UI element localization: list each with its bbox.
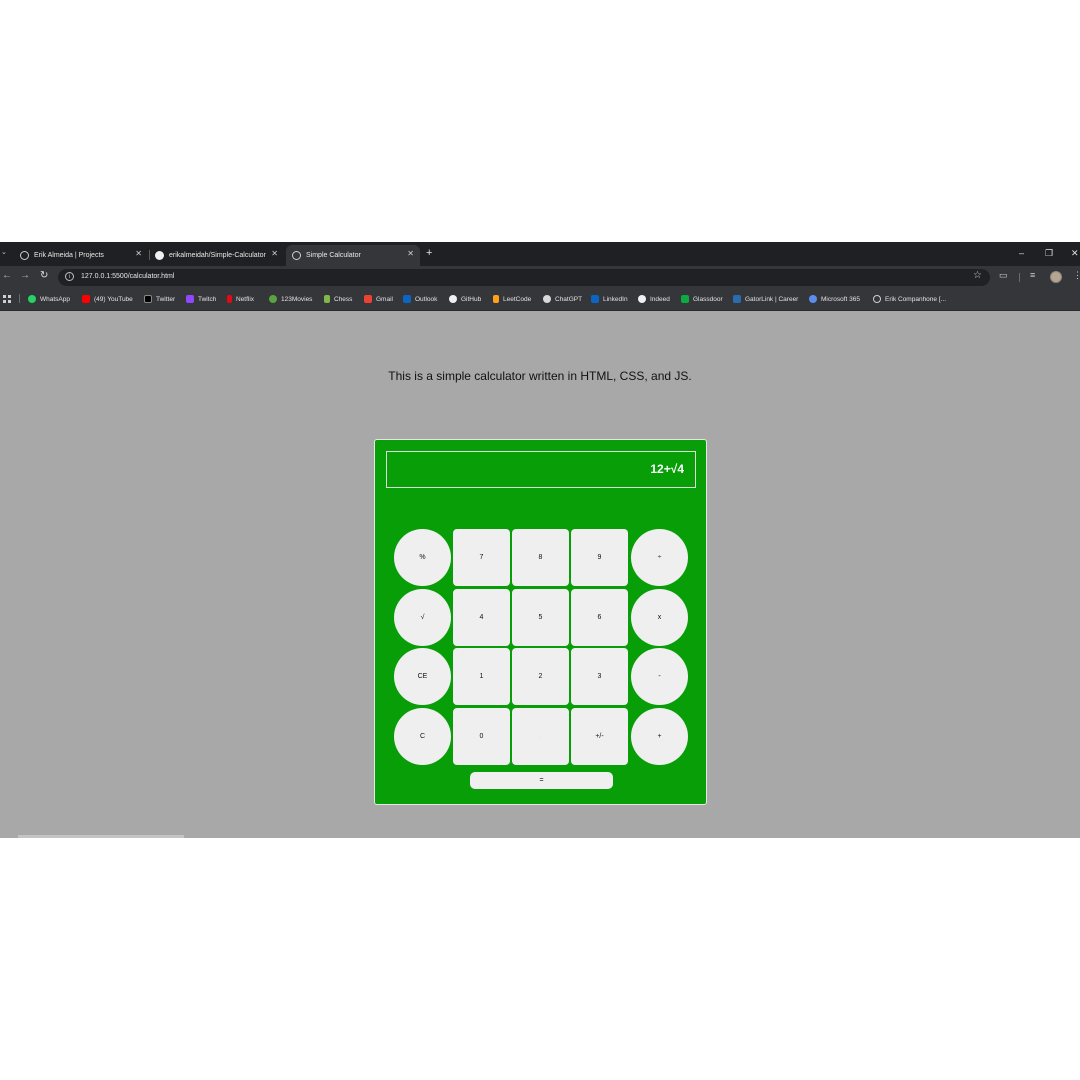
digit-5-button[interactable]: 5 — [512, 589, 569, 646]
display-value: 12+√4 — [650, 462, 684, 476]
window-close-icon[interactable]: ✕ — [1071, 248, 1079, 259]
linkedin-icon — [591, 295, 599, 303]
glassdoor-icon — [681, 295, 689, 303]
site-info-icon[interactable]: i — [65, 272, 74, 281]
twitch-icon — [186, 295, 194, 303]
url-text[interactable]: 127.0.0.1:5500/calculator.html — [81, 273, 174, 280]
bookmark-indeed[interactable]: Indeed — [638, 293, 670, 305]
close-icon[interactable]: ✕ — [407, 249, 414, 258]
chatgpt-icon — [543, 295, 551, 303]
digit-2-button[interactable]: 2 — [512, 648, 569, 705]
digit-9-button[interactable]: 9 — [571, 529, 628, 586]
play-icon — [269, 295, 277, 303]
pawn-icon — [324, 295, 330, 303]
gatorlink-icon — [733, 295, 741, 303]
tab-title: erikalmeidah/Simple-Calculator — [169, 252, 266, 259]
multiply-button[interactable]: x — [631, 589, 688, 646]
bookmark-whatsapp[interactable]: WhatsApp — [28, 293, 70, 305]
forward-arrow-icon[interactable]: → — [20, 270, 30, 281]
bookmark-linkedin[interactable]: LinkedIn — [591, 293, 628, 305]
bookmark-gatorlink[interactable]: GatorLink | Career — [733, 293, 798, 305]
globe-icon — [873, 295, 881, 303]
reload-icon[interactable]: ↻ — [40, 270, 48, 281]
close-icon[interactable]: ✕ — [271, 249, 278, 258]
microsoft-icon — [809, 295, 817, 303]
whatsapp-icon — [28, 295, 36, 303]
bookmark-netflix[interactable]: Netflix — [227, 293, 254, 305]
bookmark-youtube[interactable]: (49) YouTube — [82, 293, 133, 305]
outlook-icon — [403, 295, 411, 303]
clear-entry-button[interactable]: CE — [394, 648, 451, 705]
tab-title: Simple Calculator — [306, 252, 361, 259]
browser-window: ⌄ Erik Almeida | Projects ✕ erikalmeidah… — [0, 242, 1080, 838]
back-arrow-icon[interactable]: ← — [2, 270, 12, 281]
calculator-display: 12+√4 — [386, 451, 696, 488]
leetcode-icon — [493, 295, 499, 303]
divide-button[interactable]: ÷ — [631, 529, 688, 586]
globe-icon — [20, 251, 29, 260]
menu-kebab-icon[interactable]: ⋮ — [1073, 270, 1080, 281]
digit-4-button[interactable]: 4 — [453, 589, 510, 646]
digit-1-button[interactable]: 1 — [453, 648, 510, 705]
digit-6-button[interactable]: 6 — [571, 589, 628, 646]
horizontal-scrollbar[interactable] — [18, 835, 184, 838]
minimize-icon[interactable]: – — [1019, 248, 1024, 258]
indeed-icon — [638, 295, 646, 303]
tab-github-repo[interactable]: erikalmeidah/Simple-Calculator ✕ — [150, 245, 284, 266]
tab-title: Erik Almeida | Projects — [34, 252, 104, 259]
bookmark-microsoft-365[interactable]: Microsoft 365 — [809, 293, 860, 305]
bookmark-gmail[interactable]: Gmail — [364, 293, 393, 305]
tab-strip: ⌄ Erik Almeida | Projects ✕ erikalmeidah… — [0, 242, 1080, 266]
bookmark-erik-companhone[interactable]: Erik Companhone [... — [873, 293, 946, 305]
digit-7-button[interactable]: 7 — [453, 529, 510, 586]
netflix-icon — [227, 295, 232, 303]
plus-button[interactable]: + — [631, 708, 688, 765]
bookmark-glassdoor[interactable]: Glassdoor — [681, 293, 723, 305]
calculator: 12+√4 % 7 8 9 ÷ √ 4 5 6 x CE 1 2 3 - C 0… — [374, 439, 707, 805]
bookmark-123movies[interactable]: 123Movies — [269, 293, 312, 305]
intro-text: This is a simple calculator written in H… — [388, 369, 692, 383]
gmail-icon — [364, 295, 372, 303]
minus-button[interactable]: - — [631, 648, 688, 705]
digit-0-button[interactable]: 0 — [453, 708, 510, 765]
bookmark-outlook[interactable]: Outlook — [403, 293, 437, 305]
bookmark-leetcode[interactable]: LeetCode — [493, 293, 531, 305]
profile-avatar[interactable] — [1050, 271, 1062, 283]
reading-list-icon[interactable]: ≡ — [1030, 270, 1035, 280]
github-icon — [449, 295, 457, 303]
github-icon — [155, 251, 164, 260]
apps-grid-icon[interactable] — [3, 295, 11, 303]
bookmarks-divider — [19, 294, 20, 303]
toolbar-divider — [1019, 273, 1020, 282]
restore-icon[interactable]: ❐ — [1045, 248, 1053, 259]
decimal-button[interactable]: . — [512, 708, 569, 765]
equals-button[interactable]: = — [470, 772, 613, 789]
new-tab-plus-icon[interactable]: + — [426, 247, 432, 259]
clear-button[interactable]: C — [394, 708, 451, 765]
sqrt-button[interactable]: √ — [394, 589, 451, 646]
percent-button[interactable]: % — [394, 529, 451, 586]
bookmarks-bar: WhatsApp (49) YouTube Twitter Twitch Net… — [0, 288, 1080, 311]
bookmark-github[interactable]: GitHub — [449, 293, 481, 305]
bookmark-star-icon[interactable]: ☆ — [973, 270, 982, 281]
digit-3-button[interactable]: 3 — [571, 648, 628, 705]
x-icon — [144, 295, 152, 303]
extensions-puzzle-icon[interactable]: ▭ — [999, 270, 1008, 281]
tab-simple-calculator[interactable]: Simple Calculator ✕ — [286, 245, 420, 266]
youtube-icon — [82, 295, 90, 303]
tab-projects[interactable]: Erik Almeida | Projects ✕ — [12, 245, 148, 266]
tab-search-chevron-icon[interactable]: ⌄ — [1, 248, 7, 256]
bookmark-chatgpt[interactable]: ChatGPT — [543, 293, 582, 305]
bookmark-chess[interactable]: Chess — [324, 293, 352, 305]
bookmark-twitter[interactable]: Twitter — [144, 293, 175, 305]
address-bar[interactable]: i 127.0.0.1:5500/calculator.html ☆ — [58, 269, 990, 286]
bookmark-twitch[interactable]: Twitch — [186, 293, 216, 305]
digit-8-button[interactable]: 8 — [512, 529, 569, 586]
page-content: This is a simple calculator written in H… — [0, 311, 1080, 838]
negate-button[interactable]: +/- — [571, 708, 628, 765]
browser-toolbar: ← → ↻ i 127.0.0.1:5500/calculator.html ☆… — [0, 266, 1080, 288]
globe-icon — [292, 251, 301, 260]
close-icon[interactable]: ✕ — [135, 249, 142, 258]
